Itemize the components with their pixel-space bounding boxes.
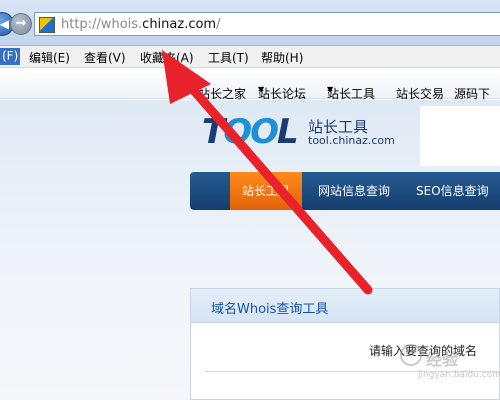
back-arrow-icon: ◀ — [0, 17, 9, 31]
forward-arrow-icon: → — [15, 16, 27, 31]
forward-button[interactable]: → — [10, 13, 32, 35]
baidu-jingyan-watermark: 经验 jingyan.baidu.com — [400, 340, 500, 390]
panel-title: 域名Whois查询工具 — [211, 302, 329, 317]
paw-icon — [400, 344, 422, 366]
menu-favorites[interactable]: 收藏夹(A) — [140, 49, 194, 66]
caret-down-icon: ▼ — [327, 85, 334, 94]
tab-site-info[interactable]: 网站信息查询 — [318, 172, 390, 210]
menu-help[interactable]: 帮助(H) — [261, 49, 303, 66]
menu-view[interactable]: 查看(V) — [84, 49, 126, 66]
address-bar-area: ◀ → http://whois.chinaz.com/ — [0, 0, 500, 46]
logo-url: tool.chinaz.com — [308, 134, 395, 147]
menu-edit[interactable]: 编辑(E) — [29, 49, 70, 66]
site-favicon-icon — [39, 17, 55, 33]
site-nav: 站长之家 站长论坛 ▼ 站长工具 ▼ 站长交易 源码下 — [0, 69, 500, 101]
menu-file[interactable]: (F) — [0, 48, 21, 65]
tool-logo[interactable]: TOOL — [202, 112, 299, 152]
menu-bar: (F) 编辑(E) 查看(V) 收藏夹(A) 工具(T) 帮助(H) — [0, 46, 500, 68]
tab-webmaster-tools[interactable]: 站长工具 — [230, 172, 302, 210]
ad-placeholder — [420, 106, 500, 166]
caret-down-icon: ▼ — [258, 85, 265, 94]
url-input[interactable]: http://whois.chinaz.com/ — [34, 12, 500, 36]
tab-seo-info[interactable]: SEO信息查询 — [416, 172, 489, 210]
url-text: http://whois.chinaz.com/ — [61, 17, 221, 32]
main-tab-bar: 站长工具 网站信息查询 SEO信息查询 — [190, 172, 500, 210]
menu-tools[interactable]: 工具(T) — [208, 49, 249, 66]
